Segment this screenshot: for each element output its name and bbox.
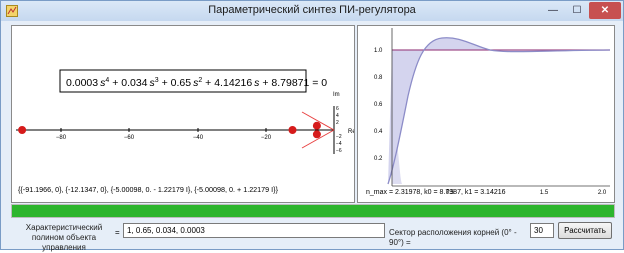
y-tick-label: −6 [336, 148, 342, 154]
step-response-panel: 1.0 0.8 0.6 0.4 0.2 0.5 1.5 2.0 n_max = … [357, 25, 615, 203]
y-tick-label: 0.4 [374, 129, 383, 135]
x-tick-label: 1.5 [540, 190, 549, 196]
polynomial-equation: 0.0003 s4 + 0.034 s3 + 0.65 s2 + 4.14216 s +… [66, 77, 327, 89]
polynomial-input[interactable] [123, 223, 385, 238]
title-bar[interactable]: Параметрический синтез ПИ-регулятора — ☐… [1, 1, 623, 21]
y-tick-labels: 6 4 2 −2 −4 −6 [336, 106, 342, 154]
y-tick-label: 6 [336, 106, 339, 112]
root-marker [312, 130, 321, 139]
y-tick-label: 1.0 [374, 48, 383, 54]
x-tick-label: −40 [193, 135, 204, 141]
window-title: Параметрический синтез ПИ-регулятора [208, 4, 416, 16]
calculate-button[interactable]: Рассчитать [558, 222, 612, 239]
minimize-button[interactable]: — [541, 2, 565, 19]
maximize-button[interactable]: ☐ [565, 2, 589, 19]
y-tick-label: −2 [336, 134, 342, 140]
sector-label: Сектор расположения корней (0° - 90°) = [389, 228, 517, 247]
x-tick-label: −20 [261, 135, 272, 141]
roots-list: {{-91.1966, 0}, {-12.1347, 0}, {-5.00098… [18, 185, 279, 194]
root-marker [312, 121, 321, 130]
y-tick-label: 4 [336, 113, 339, 119]
root-plot: 0.0003 s4 + 0.034 s3 + 0.65 s2 + 4.14216 s +… [16, 69, 356, 194]
poly-label: Характеристический полином объекта управ… [25, 223, 103, 252]
step-response-plot: 1.0 0.8 0.6 0.4 0.2 0.5 1.5 2.0 n_max = … [366, 28, 611, 196]
root-locus-panel: 0.0003 s4 + 0.034 s3 + 0.65 s2 + 4.14216 s +… [11, 25, 356, 203]
y-tick-label: 2 [336, 120, 339, 126]
y-tick-label: 0.2 [374, 156, 383, 162]
x-tick-label: −80 [56, 135, 67, 141]
controller-params: n_max = 2.31978, k0 = 8.7987, k1 = 3.142… [366, 189, 506, 196]
response-curve [387, 37, 611, 185]
real-axis-label: Re [348, 129, 354, 135]
x-tick-label: −60 [124, 135, 135, 141]
close-button[interactable]: ✕ [589, 2, 621, 19]
progress-bar [11, 204, 615, 218]
app-window: Параметрический синтез ПИ-регулятора — ☐… [0, 0, 624, 252]
progress-fill [12, 205, 614, 217]
y-tick-label: −4 [336, 141, 342, 147]
y-tick-label: 0.6 [374, 102, 383, 108]
y-tick-label: 0.8 [374, 75, 383, 81]
equals-sign: = [115, 228, 120, 237]
x-tick-label: 2.0 [598, 190, 607, 196]
sector-input[interactable] [530, 223, 554, 238]
response-fill [388, 37, 490, 184]
root-marker [288, 126, 297, 134]
root-marker [18, 126, 27, 134]
imag-axis-label: Im [333, 92, 340, 98]
